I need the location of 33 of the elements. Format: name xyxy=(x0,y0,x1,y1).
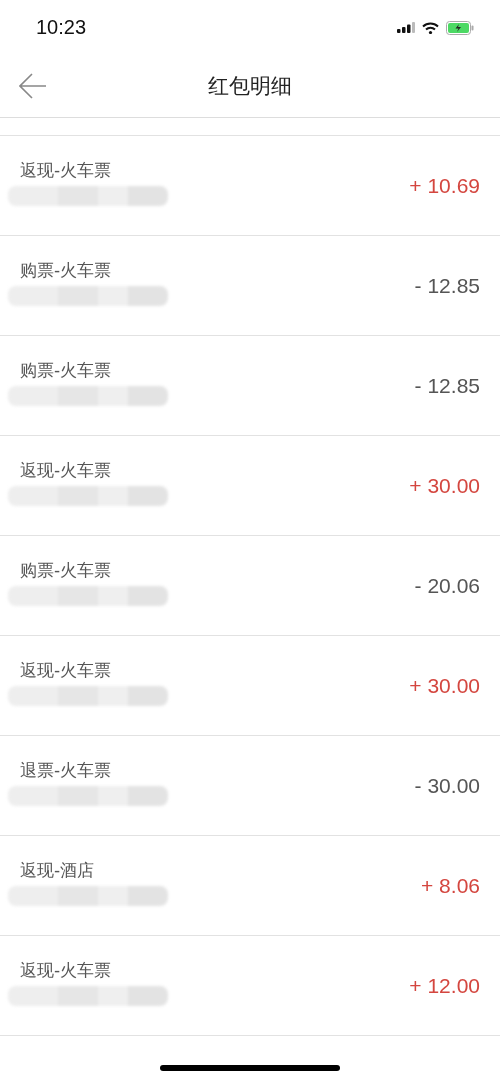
record-amount: + 8.06 xyxy=(421,873,480,898)
record-amount: - 12.85 xyxy=(414,273,480,298)
wifi-icon xyxy=(422,21,439,34)
record-title: 退票-火车票 xyxy=(20,759,113,782)
record-amount: + 10.69 xyxy=(409,173,480,198)
record-row[interactable]: 返现-火车票 + 30.00 xyxy=(0,636,500,736)
record-row[interactable]: 返现-火车票 + 30.00 xyxy=(0,436,500,536)
record-title: 返现-酒店 xyxy=(20,859,96,882)
record-row[interactable]: 购票-火车票 - 20.06 xyxy=(0,536,500,636)
record-amount: + 12.00 xyxy=(409,973,480,998)
status-time: 10:23 xyxy=(36,16,87,39)
record-amount: - 12.85 xyxy=(414,373,480,398)
record-amount: + 30.00 xyxy=(409,473,480,498)
record-title: 返现-火车票 xyxy=(20,659,113,682)
record-amount: - 20.06 xyxy=(414,573,480,598)
record-row[interactable]: 购票-火车票 - 12.85 xyxy=(0,236,500,336)
record-amount: - 30.00 xyxy=(414,773,480,798)
page-title: 红包明细 xyxy=(208,73,292,100)
back-arrow-icon[interactable] xyxy=(19,73,47,99)
record-title: 购票-火车票 xyxy=(20,259,113,282)
record-amount: + 30.00 xyxy=(409,673,480,698)
record-title: 返现-火车票 xyxy=(20,959,113,982)
record-title: 购票-火车票 xyxy=(20,359,113,382)
record-row[interactable]: 退票-火车票 - 30.00 xyxy=(0,736,500,836)
record-title: 返现-火车票 xyxy=(20,459,113,482)
record-row[interactable]: 返现-酒店 + 8.06 xyxy=(0,836,500,936)
record-title: 购票-火车票 xyxy=(20,559,113,582)
battery-icon xyxy=(446,20,474,35)
record-row[interactable]: 购票-火车票 - 12.85 xyxy=(0,336,500,436)
record-row[interactable]: 返现-火车票 + 10.69 xyxy=(0,136,500,236)
signal-icon xyxy=(397,22,415,33)
record-title: 返现-火车票 xyxy=(20,159,113,182)
record-row[interactable]: 返现-火车票 + 12.00 xyxy=(0,936,500,1036)
